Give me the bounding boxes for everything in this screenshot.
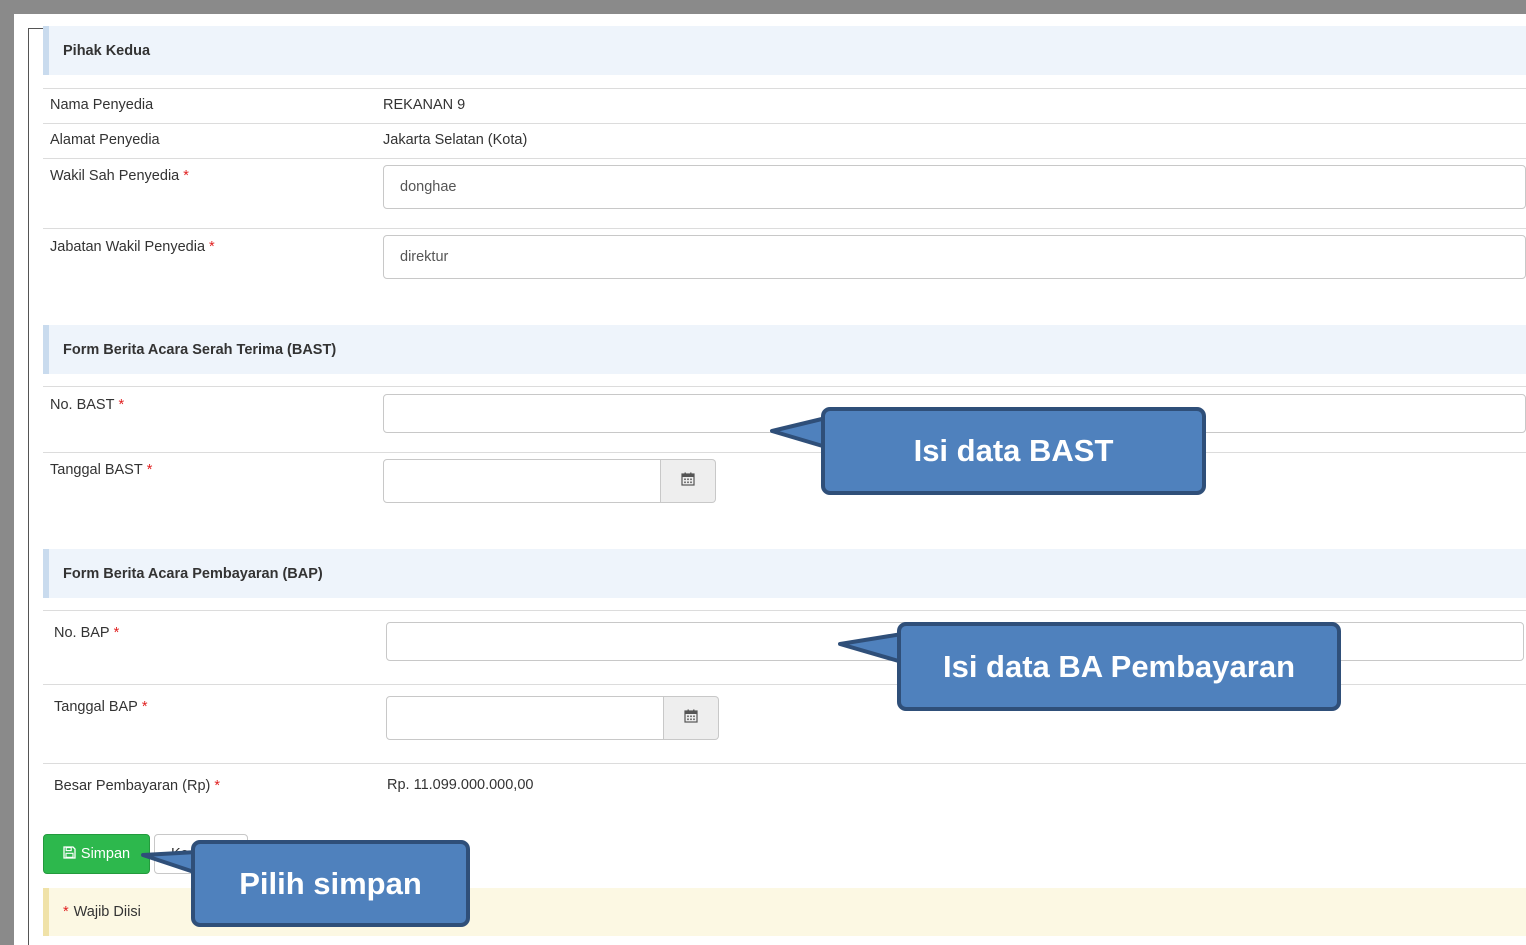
jabatan-wakil-input[interactable]: direktur <box>383 235 1526 279</box>
wakil-sah-label-text: Wakil Sah Penyedia <box>50 168 180 184</box>
required-marker: * <box>214 778 220 794</box>
tanggal-bast-calendar-button[interactable] <box>661 459 716 503</box>
required-marker: * <box>146 462 153 478</box>
wakil-sah-label: Wakil Sah Penyedia * <box>50 168 189 184</box>
tanggal-bast-label: Tanggal BAST * <box>50 462 152 478</box>
alamat-penyedia-label: Alamat Penyedia <box>50 132 160 148</box>
no-bast-label-text: No. BAST <box>50 397 115 413</box>
required-marker: * <box>63 904 69 920</box>
save-button[interactable]: Simpan <box>43 834 150 874</box>
divider <box>43 158 1526 159</box>
nama-penyedia-value: REKANAN 9 <box>383 97 466 113</box>
save-button-label: Simpan <box>80 846 131 862</box>
besar-pembayaran-label-text: Besar Pembayaran (Rp) <box>54 778 211 794</box>
divider <box>43 123 1526 124</box>
divider <box>43 763 1526 764</box>
section-header-bap: Form Berita Acara Pembayaran (BAP) <box>43 549 1526 598</box>
tanggal-bap-label-text: Tanggal BAP <box>54 699 138 715</box>
no-bap-label: No. BAP * <box>54 625 119 641</box>
floppy-disk-icon <box>63 845 76 863</box>
required-note-text: Wajib Diisi <box>73 904 141 920</box>
required-marker: * <box>209 239 215 255</box>
jabatan-wakil-input-value: direktur <box>400 249 449 265</box>
callout-bap-text: Isi data BA Pembayaran <box>942 648 1296 684</box>
required-marker: * <box>118 397 125 413</box>
tanggal-bast-label-text: Tanggal BAST <box>50 462 143 478</box>
calendar-icon <box>681 472 695 490</box>
jabatan-wakil-label-text: Jabatan Wakil Penyedia <box>50 239 206 255</box>
tanggal-bap-input[interactable] <box>386 696 664 740</box>
section-title: Form Berita Acara Pembayaran (BAP) <box>63 565 323 582</box>
section-header-bast: Form Berita Acara Serah Terima (BAST) <box>43 325 1526 374</box>
callout-bast-text: Isi data BAST <box>913 433 1114 468</box>
callout-bast: Isi data BAST <box>821 407 1206 495</box>
required-marker: * <box>183 168 189 184</box>
calendar-icon <box>684 709 698 727</box>
callout-bap: Isi data BA Pembayaran <box>897 622 1341 711</box>
besar-pembayaran-value: Rp. 11.099.000.000,00 <box>387 777 534 793</box>
wakil-sah-input[interactable]: donghae <box>383 165 1526 209</box>
alamat-penyedia-value: Jakarta Selatan (Kota) <box>383 132 528 148</box>
section-title: Pihak Kedua <box>63 42 151 59</box>
tanggal-bap-label: Tanggal BAP * <box>54 699 148 715</box>
wakil-sah-input-value: donghae <box>400 179 457 195</box>
divider <box>43 386 1526 387</box>
divider <box>43 88 1526 89</box>
back-button-label: Ke <box>171 846 189 862</box>
no-bast-label: No. BAST * <box>50 397 124 413</box>
divider <box>43 228 1526 229</box>
required-marker: * <box>141 699 148 715</box>
callout-save-text: Pilih simpan <box>239 865 422 901</box>
callout-save: Pilih simpan <box>191 840 470 927</box>
jabatan-wakil-label: Jabatan Wakil Penyedia * <box>50 239 215 255</box>
divider <box>43 452 1526 453</box>
tanggal-bast-input[interactable] <box>383 459 661 503</box>
besar-pembayaran-label: Besar Pembayaran (Rp) * <box>54 778 220 794</box>
nama-penyedia-label: Nama Penyedia <box>50 97 154 113</box>
tanggal-bap-datepicker <box>386 696 719 740</box>
tanggal-bap-calendar-button[interactable] <box>664 696 719 740</box>
tanggal-bast-datepicker <box>383 459 716 503</box>
section-title: Form Berita Acara Serah Terima (BAST) <box>63 341 337 358</box>
required-marker: * <box>113 625 120 641</box>
no-bap-label-text: No. BAP <box>54 625 110 641</box>
section-header-pihak-kedua: Pihak Kedua <box>43 26 1526 75</box>
divider <box>43 610 1526 611</box>
window-frame <box>0 0 1526 945</box>
